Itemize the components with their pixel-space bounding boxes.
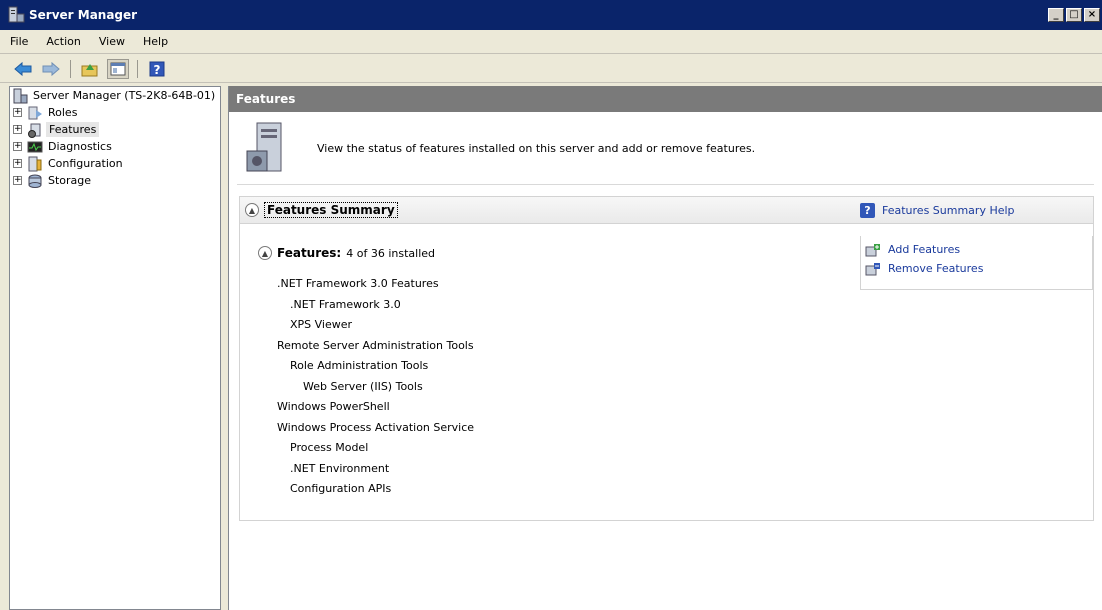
show-hide-icon bbox=[110, 62, 126, 75]
expand-icon[interactable]: + bbox=[13, 159, 22, 168]
features-label: Features: bbox=[277, 246, 342, 260]
tree-item-diagnostics[interactable]: + Diagnostics bbox=[10, 138, 220, 155]
add-features-icon bbox=[865, 243, 881, 257]
installed-feature-item: Web Server (IIS) Tools bbox=[303, 379, 423, 393]
features-summary-header: ▲ Features Summary ? Features Summary He… bbox=[240, 197, 1093, 224]
remove-features-link[interactable]: Remove Features bbox=[865, 259, 1092, 278]
server-features-icon bbox=[243, 121, 293, 175]
tree-item-label: Storage bbox=[48, 174, 92, 187]
collapse-icon[interactable]: ▲ bbox=[258, 246, 272, 260]
installed-feature-item: .NET Environment bbox=[290, 461, 390, 475]
tree-item-label: Configuration bbox=[48, 157, 123, 170]
installed-feature-item: Remote Server Administration Tools bbox=[277, 338, 474, 352]
show-hide-tree-button[interactable] bbox=[107, 58, 129, 79]
menu-file[interactable]: File bbox=[0, 35, 36, 48]
installed-feature-item: Role Administration Tools bbox=[290, 359, 429, 372]
tree-item-label: Diagnostics bbox=[48, 140, 112, 153]
title-bar: Server Manager _ □ × bbox=[0, 0, 1102, 30]
toolbar-separator bbox=[137, 59, 138, 78]
tree-item-configuration[interactable]: + Configuration bbox=[10, 155, 220, 172]
maximize-button[interactable]: □ bbox=[1066, 8, 1082, 22]
tree-root[interactable]: Server Manager (TS-2K8-64B-01) bbox=[10, 87, 220, 104]
remove-features-icon bbox=[865, 262, 881, 276]
server-manager-app-icon bbox=[7, 6, 25, 24]
toolbar: ? bbox=[0, 55, 1102, 83]
folder-up-icon bbox=[81, 63, 98, 76]
help-icon: ? bbox=[860, 203, 875, 218]
features-count: 4 of 36 installed bbox=[346, 246, 435, 260]
installed-feature-item: Configuration APIs bbox=[290, 482, 392, 495]
close-button[interactable]: × bbox=[1084, 8, 1100, 22]
features-summary-panel: ▲ Features Summary ? Features Summary He… bbox=[239, 196, 1094, 521]
back-icon bbox=[14, 61, 32, 76]
tree-item-label: Features bbox=[46, 122, 100, 137]
expand-icon[interactable]: + bbox=[13, 125, 22, 134]
tree-item-features[interactable]: + Features bbox=[10, 121, 220, 138]
window-title: Server Manager bbox=[29, 8, 138, 22]
help-link-label: Features Summary Help bbox=[882, 204, 1015, 217]
features-section: Add Features Remove Features ▲ Features:… bbox=[247, 236, 1093, 508]
remove-features-label: Remove Features bbox=[888, 262, 984, 275]
installed-feature-item: Windows PowerShell bbox=[277, 400, 390, 413]
installed-feature-item: .NET Framework 3.0 bbox=[290, 297, 401, 311]
back-button[interactable] bbox=[12, 59, 34, 79]
installed-feature-item: XPS Viewer bbox=[290, 318, 353, 331]
up-folder-button[interactable] bbox=[79, 59, 101, 79]
tree-item-roles[interactable]: + Roles bbox=[10, 104, 220, 121]
minimize-button[interactable]: _ bbox=[1048, 8, 1064, 22]
forward-icon bbox=[42, 61, 60, 76]
storage-icon bbox=[27, 173, 43, 189]
menu-action[interactable]: Action bbox=[36, 35, 88, 48]
content-pane: Features View the status of features ins… bbox=[228, 86, 1102, 610]
help-button[interactable]: ? bbox=[146, 59, 168, 79]
installed-features-list: .NET Framework 3.0 Features .NET Framewor… bbox=[247, 274, 1082, 500]
expand-icon[interactable]: + bbox=[13, 142, 22, 151]
tree-item-label: Roles bbox=[48, 106, 78, 119]
help-icon: ? bbox=[149, 61, 165, 77]
expand-icon[interactable]: + bbox=[13, 176, 22, 185]
collapse-icon[interactable]: ▲ bbox=[245, 203, 259, 217]
tree-item-storage[interactable]: + Storage bbox=[10, 172, 220, 189]
add-features-link[interactable]: Add Features bbox=[865, 240, 1092, 259]
navigation-tree: Server Manager (TS-2K8-64B-01) + Roles +… bbox=[9, 86, 221, 610]
menu-help[interactable]: Help bbox=[133, 35, 176, 48]
description-text: View the status of features installed on… bbox=[317, 141, 756, 155]
svg-text:?: ? bbox=[154, 63, 161, 77]
expand-icon[interactable]: + bbox=[13, 108, 22, 117]
menu-bar: File Action View Help bbox=[0, 30, 1102, 54]
diagnostics-icon bbox=[27, 139, 43, 155]
server-manager-icon bbox=[12, 88, 28, 104]
features-icon bbox=[27, 122, 43, 138]
features-summary-title[interactable]: Features Summary bbox=[264, 202, 398, 218]
description-banner: View the status of features installed on… bbox=[237, 112, 1094, 185]
content-header: Features bbox=[229, 86, 1102, 112]
features-summary-help-link[interactable]: ? Features Summary Help bbox=[860, 203, 1015, 218]
toolbar-separator bbox=[70, 59, 71, 78]
features-actions-box: Add Features Remove Features bbox=[860, 236, 1093, 290]
forward-button[interactable] bbox=[40, 59, 62, 79]
configuration-icon bbox=[27, 156, 43, 172]
tree-root-label: Server Manager (TS-2K8-64B-01) bbox=[33, 89, 216, 102]
installed-feature-item: Process Model bbox=[290, 441, 369, 454]
roles-icon bbox=[27, 105, 43, 121]
menu-view[interactable]: View bbox=[89, 35, 133, 48]
add-features-label: Add Features bbox=[888, 243, 961, 256]
installed-feature-item: Windows Process Activation Service bbox=[277, 420, 475, 434]
